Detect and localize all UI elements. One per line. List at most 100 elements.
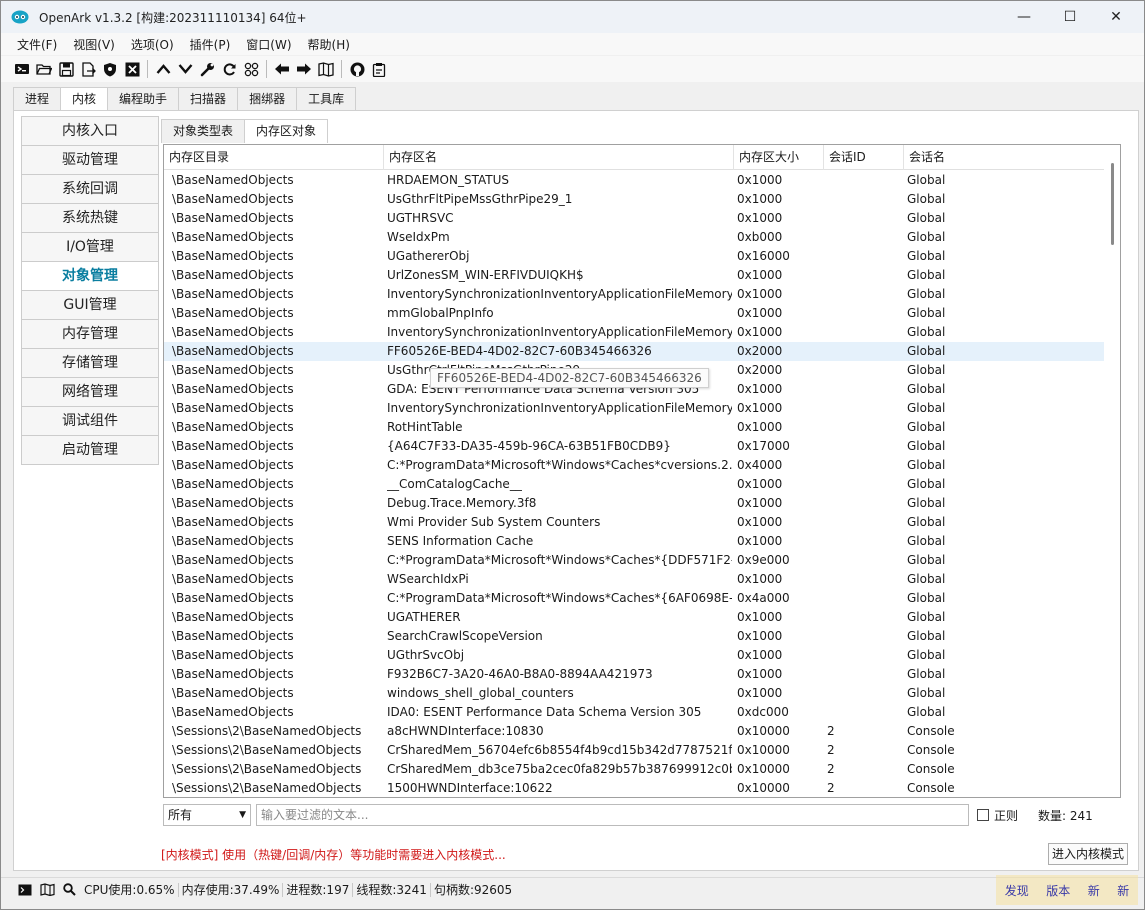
- table-row[interactable]: \Sessions\2\BaseNamedObjects CrSharedMem_…: [164, 741, 1104, 760]
- cell-section-directory: \BaseNamedObjects: [172, 306, 294, 320]
- tab-scanner[interactable]: 扫描器: [178, 87, 239, 111]
- nav-network-manager[interactable]: 网络管理: [21, 377, 159, 407]
- table-row[interactable]: \BaseNamedObjects RotHintTable 0x1000 Globa…: [164, 418, 1104, 437]
- table-row[interactable]: \BaseNamedObjects WSearchIdxPi 0x1000 Globa…: [164, 570, 1104, 589]
- tab-coding-helper[interactable]: 编程助手: [107, 87, 180, 111]
- cell-section-directory: \BaseNamedObjects: [172, 439, 294, 453]
- terminal-icon[interactable]: [15, 880, 35, 900]
- table-row[interactable]: \BaseNamedObjects Wmi Provider Sub System…: [164, 513, 1104, 532]
- close-button[interactable]: ✕: [1093, 1, 1139, 33]
- minimize-button[interactable]: —: [1001, 1, 1047, 33]
- refresh-icon[interactable]: [218, 58, 240, 80]
- table-row[interactable]: \BaseNamedObjects InventorySynchronizatio…: [164, 285, 1104, 304]
- console-icon[interactable]: [11, 58, 33, 80]
- menu-file[interactable]: 文件(F): [9, 36, 65, 53]
- table-row[interactable]: \BaseNamedObjects UrlZonesSM_WIN-ERFIVDUI…: [164, 266, 1104, 285]
- maximize-button[interactable]: ☐: [1047, 1, 1093, 33]
- arrow-down-icon[interactable]: [174, 58, 196, 80]
- menu-help[interactable]: 帮助(H): [300, 36, 358, 53]
- nav-driver-manager[interactable]: 驱动管理: [21, 145, 159, 175]
- tab-bundler[interactable]: 捆绑器: [237, 87, 298, 111]
- nav-debug-components[interactable]: 调试组件: [21, 406, 159, 436]
- cell-section-size: 0x1000: [737, 173, 783, 187]
- nav-kernel-entry[interactable]: 内核入口: [21, 116, 159, 146]
- regex-checkbox[interactable]: [977, 809, 989, 821]
- nav-object-manager[interactable]: 对象管理: [21, 261, 159, 291]
- table-row[interactable]: \BaseNamedObjects UGATHERER 0x1000 Global: [164, 608, 1104, 627]
- table-row[interactable]: \BaseNamedObjects Debug.Trace.Memory.3f8 0…: [164, 494, 1104, 513]
- enter-kernel-mode-button[interactable]: 进入内核模式: [1048, 843, 1128, 865]
- column-header-section-size[interactable]: 内存区大小: [734, 145, 824, 170]
- search-icon[interactable]: [59, 880, 79, 900]
- table-row[interactable]: \BaseNamedObjects windows_shell_global_co…: [164, 684, 1104, 703]
- close-box-icon[interactable]: [121, 58, 143, 80]
- regex-label: 正则: [994, 809, 1019, 823]
- menu-plugins[interactable]: 插件(P): [182, 36, 239, 53]
- table-row[interactable]: \BaseNamedObjects F932B6C7-3A20-46A0-B8A0…: [164, 665, 1104, 684]
- cell-section-name: 1500HWNDInterface:10622: [387, 781, 553, 795]
- clipboard-icon[interactable]: [368, 58, 390, 80]
- map-icon[interactable]: [37, 880, 57, 900]
- tab-toolkit[interactable]: 工具库: [296, 87, 357, 111]
- table-row[interactable]: \BaseNamedObjects C:*ProgramData*Microsof…: [164, 589, 1104, 608]
- scrollbar-thumb[interactable]: [1111, 163, 1114, 245]
- column-header-session-name[interactable]: 会话名: [904, 145, 1104, 170]
- nav-system-hotkeys[interactable]: 系统热键: [21, 203, 159, 233]
- tab-kernel[interactable]: 内核: [60, 87, 109, 112]
- arrow-right-icon[interactable]: [293, 58, 315, 80]
- table-row[interactable]: \BaseNamedObjects UGathererObj 0x16000 Glob…: [164, 247, 1104, 266]
- nav-memory-manager[interactable]: 内存管理: [21, 319, 159, 349]
- update-notice-overlay[interactable]: 发现 版本 新 新: [996, 875, 1138, 905]
- tab-section-objects[interactable]: 内存区对象: [244, 119, 329, 143]
- filter-scope-value: 所有: [168, 808, 193, 822]
- table-row[interactable]: \BaseNamedObjects HRDAEMON_STATUS 0x1000 Gl…: [164, 171, 1104, 190]
- table-row[interactable]: \Sessions\2\BaseNamedObjects CrSharedMem_…: [164, 760, 1104, 779]
- table-row[interactable]: \BaseNamedObjects FF60526E-BED4-4D02-82C7…: [164, 342, 1104, 361]
- table-row[interactable]: \BaseNamedObjects WseIdxPm 0xb000 Global: [164, 228, 1104, 247]
- table-row[interactable]: \Sessions\2\BaseNamedObjects 1500HWNDInte…: [164, 779, 1104, 797]
- github-icon[interactable]: [346, 58, 368, 80]
- book-icon[interactable]: [315, 58, 337, 80]
- memory-usage: 内存使用:37.49%: [181, 883, 280, 897]
- tab-process[interactable]: 进程: [13, 87, 62, 111]
- table-row[interactable]: \Sessions\2\BaseNamedObjects a8cHWNDInter…: [164, 722, 1104, 741]
- arrow-up-icon[interactable]: [152, 58, 174, 80]
- cell-section-directory: \BaseNamedObjects: [172, 211, 294, 225]
- menu-options[interactable]: 选项(O): [123, 36, 182, 53]
- table-row[interactable]: \BaseNamedObjects C:*ProgramData*Microsof…: [164, 456, 1104, 475]
- table-row[interactable]: \BaseNamedObjects __ComCatalogCache__ 0x10…: [164, 475, 1104, 494]
- column-header-section-directory[interactable]: 内存区目录: [164, 145, 384, 170]
- filter-scope-select[interactable]: 所有 ▼: [163, 804, 251, 826]
- vertical-scrollbar[interactable]: [1105, 145, 1120, 797]
- wrench-icon[interactable]: [196, 58, 218, 80]
- table-row[interactable]: \BaseNamedObjects UGTHRSVC 0x1000 Global: [164, 209, 1104, 228]
- table-row[interactable]: \BaseNamedObjects UGthrSvcObj 0x1000 Global: [164, 646, 1104, 665]
- tab-object-types[interactable]: 对象类型表: [161, 119, 246, 143]
- nav-io-manager[interactable]: I/O管理: [21, 232, 159, 262]
- table-row[interactable]: \BaseNamedObjects mmGlobalPnpInfo 0x1000 Gl…: [164, 304, 1104, 323]
- save-icon[interactable]: [55, 58, 77, 80]
- table-row[interactable]: \BaseNamedObjects IDA0: ESENT Performance…: [164, 703, 1104, 722]
- nav-startup-manager[interactable]: 启动管理: [21, 435, 159, 465]
- table-row[interactable]: \BaseNamedObjects C:*ProgramData*Microsof…: [164, 551, 1104, 570]
- nav-system-callbacks[interactable]: 系统回调: [21, 174, 159, 204]
- table-row[interactable]: \BaseNamedObjects SENS Information Cache 0…: [164, 532, 1104, 551]
- grid-icon[interactable]: [240, 58, 262, 80]
- table-row[interactable]: \BaseNamedObjects InventorySynchronizatio…: [164, 323, 1104, 342]
- title-bar[interactable]: OpenArk v1.3.2 [构建:202311110134] 64位+ — …: [1, 1, 1144, 33]
- shield-icon[interactable]: [99, 58, 121, 80]
- column-header-session-id[interactable]: 会话ID: [824, 145, 904, 170]
- arrow-left-icon[interactable]: [271, 58, 293, 80]
- open-folder-icon[interactable]: [33, 58, 55, 80]
- table-row[interactable]: \BaseNamedObjects {A64C7F33-DA35-459b-96C…: [164, 437, 1104, 456]
- filter-text-input[interactable]: [256, 804, 969, 826]
- column-header-section-name[interactable]: 内存区名: [384, 145, 734, 170]
- menu-view[interactable]: 视图(V): [65, 36, 123, 53]
- menu-window[interactable]: 窗口(W): [238, 36, 299, 53]
- export-icon[interactable]: [77, 58, 99, 80]
- table-row[interactable]: \BaseNamedObjects InventorySynchronizatio…: [164, 399, 1104, 418]
- table-row[interactable]: \BaseNamedObjects SearchCrawlScopeVersion…: [164, 627, 1104, 646]
- nav-gui-manager[interactable]: GUI管理: [21, 290, 159, 320]
- nav-storage-manager[interactable]: 存储管理: [21, 348, 159, 378]
- table-row[interactable]: \BaseNamedObjects UsGthrFltPipeMssGthrPip…: [164, 190, 1104, 209]
